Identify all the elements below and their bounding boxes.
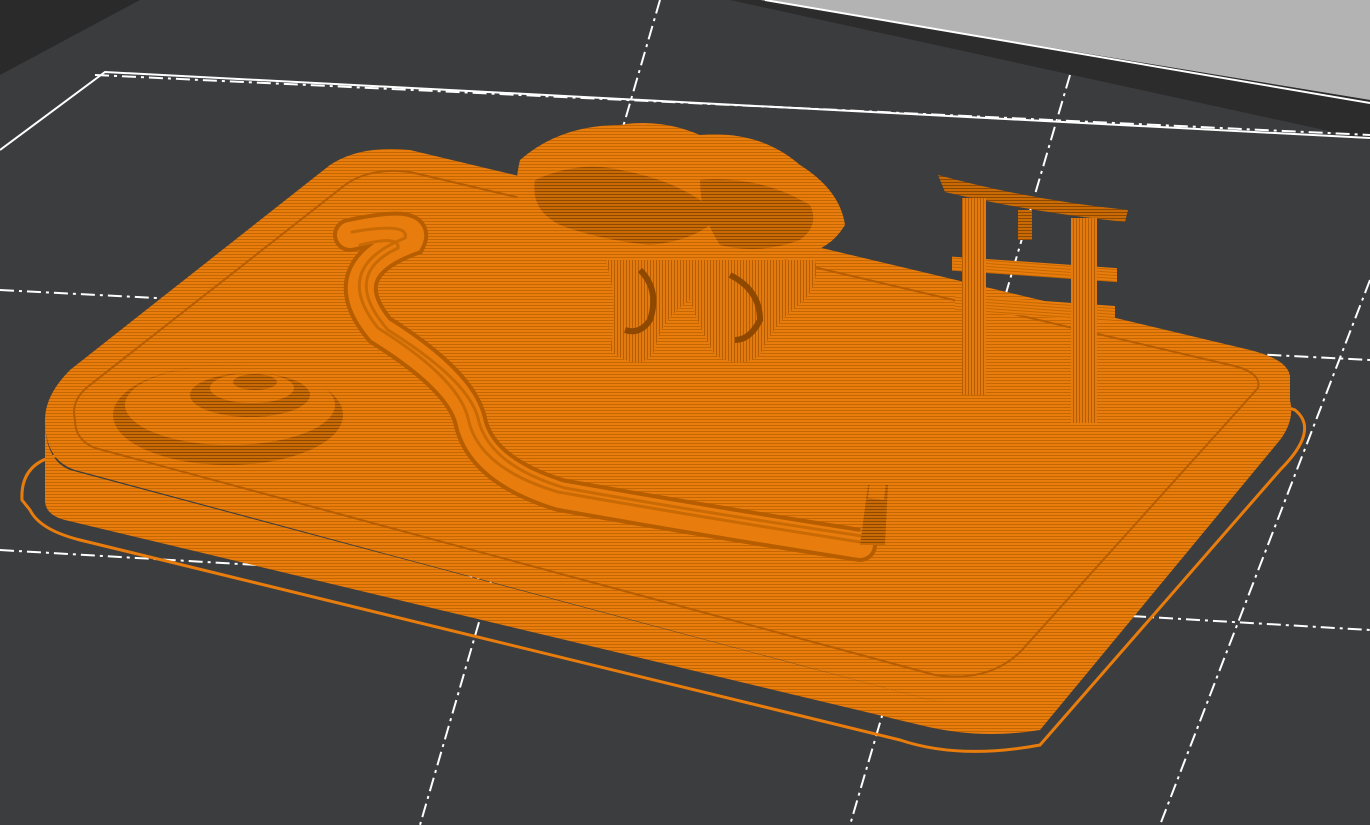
preview-viewport[interactable] — [0, 0, 1370, 825]
rock-mound — [113, 365, 343, 465]
scene-canvas[interactable] — [0, 0, 1370, 825]
